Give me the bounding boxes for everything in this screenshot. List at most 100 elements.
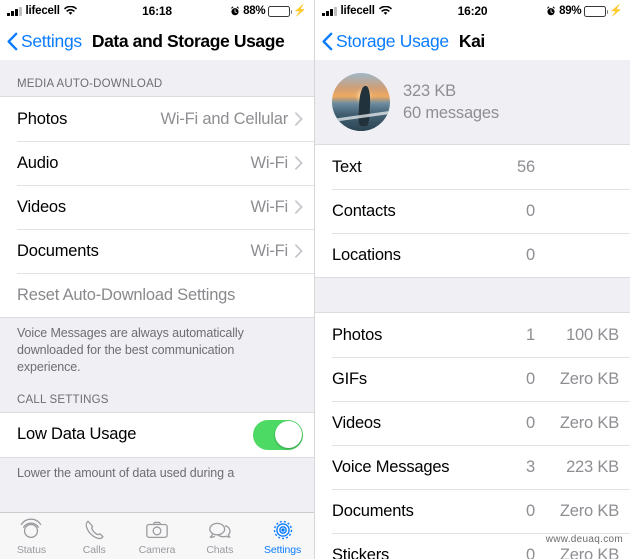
- storage-row-locations-count: 0: [526, 245, 535, 264]
- clock-time: 16:18: [142, 4, 172, 18]
- storage-row-documents-size: Zero KB: [559, 501, 619, 520]
- site-watermark: www.deuaq.com: [545, 534, 623, 545]
- page-title: Kai: [458, 30, 485, 51]
- storage-row-contacts-label: Contacts: [332, 201, 396, 220]
- storage-row-videos[interactable]: Videos 0 Zero KB: [315, 401, 630, 445]
- status-rings-icon: [19, 517, 43, 543]
- media-row-videos-value: Wi-Fi: [250, 197, 289, 216]
- storage-row-videos-count: 0: [526, 413, 535, 432]
- dual-screenshot-container: lifecell 16:18 88% ⚡ Settings Data and S…: [0, 0, 630, 559]
- profile-meta: 323 KB 60 messages: [403, 82, 499, 123]
- media-row-audio[interactable]: Audio Wi-Fi: [0, 141, 314, 185]
- media-row-audio-value: Wi-Fi: [250, 153, 289, 172]
- storage-row-videos-label: Videos: [332, 413, 381, 432]
- battery-icon: [584, 5, 609, 17]
- storage-row-gifs-label: GIFs: [332, 369, 367, 388]
- gear-icon: [271, 517, 295, 543]
- clock-time: 16:20: [457, 4, 488, 18]
- back-button-label: Storage Usage: [336, 30, 449, 51]
- storage-group-two: Photos 1 100 KB GIFs 0 Zero KB Videos 0 …: [315, 312, 630, 559]
- storage-row-contacts[interactable]: Contacts 0: [315, 189, 630, 233]
- right-content: 323 KB 60 messages Text 56 Contacts 0 Lo…: [315, 60, 630, 559]
- storage-row-videos-size: Zero KB: [559, 413, 619, 432]
- reset-auto-download-label: Reset Auto-Download Settings: [17, 285, 236, 304]
- low-data-usage-label: Low Data Usage: [17, 425, 137, 444]
- camera-icon: [145, 517, 169, 543]
- page-title: Data and Storage Usage: [91, 30, 285, 51]
- total-size-label: 323 KB: [403, 81, 456, 100]
- storage-row-gifs-count: 0: [526, 369, 535, 388]
- storage-row-text[interactable]: Text 56: [315, 145, 630, 189]
- right-nav-bar: Storage Usage Kai: [315, 22, 630, 60]
- chevron-right-icon: [295, 156, 303, 170]
- reset-auto-download-button[interactable]: Reset Auto-Download Settings: [0, 273, 314, 317]
- group-separator: [315, 278, 630, 312]
- chevron-left-icon: [7, 32, 18, 51]
- left-nav-bar: Settings Data and Storage Usage: [0, 22, 314, 60]
- call-section-footnote: Lower the amount of data used during a: [17, 465, 235, 480]
- media-row-documents-value: Wi-Fi: [250, 241, 289, 260]
- back-button[interactable]: Settings: [7, 31, 82, 52]
- tab-chats[interactable]: Chats: [188, 517, 251, 556]
- chevron-right-icon: [295, 244, 303, 258]
- media-row-audio-label: Audio: [17, 153, 59, 172]
- media-row-photos[interactable]: Photos Wi-Fi and Cellular: [0, 97, 314, 141]
- storage-row-photos[interactable]: Photos 1 100 KB: [315, 313, 630, 357]
- storage-row-photos-label: Photos: [332, 325, 383, 344]
- tab-status[interactable]: Status: [0, 517, 63, 556]
- storage-row-photos-count: 1: [526, 325, 535, 344]
- media-row-photos-label: Photos: [17, 109, 68, 128]
- tab-status-label: Status: [16, 543, 46, 556]
- right-status-bar: lifecell 16:20 89% ⚡: [315, 0, 630, 22]
- chevron-left-icon: [322, 32, 333, 51]
- back-button[interactable]: Storage Usage: [322, 31, 449, 52]
- storage-row-text-count: 56: [517, 157, 535, 176]
- left-content: MEDIA AUTO-DOWNLOAD Photos Wi-Fi and Cel…: [0, 60, 314, 559]
- left-status-bar: lifecell 16:18 88% ⚡: [0, 0, 314, 22]
- right-phone-screen: lifecell 16:20 89% ⚡ Storage Usage Kai 3…: [315, 0, 630, 559]
- tab-calls[interactable]: Calls: [63, 517, 126, 556]
- tab-camera[interactable]: Camera: [126, 517, 189, 556]
- media-row-documents-label: Documents: [17, 241, 99, 260]
- storage-row-stickers-size: Zero KB: [559, 545, 619, 559]
- storage-group-one: Text 56 Contacts 0 Locations 0: [315, 145, 630, 278]
- low-data-usage-row[interactable]: Low Data Usage: [0, 412, 314, 457]
- storage-row-documents-label: Documents: [332, 501, 414, 520]
- storage-row-voice-messages-label: Voice Messages: [332, 457, 450, 476]
- battery-icon: [268, 5, 293, 17]
- tab-bar: Status Calls Camera Chats Settings: [0, 512, 314, 559]
- call-section-header: CALL SETTINGS: [17, 393, 109, 406]
- toggle-knob: [274, 421, 302, 449]
- storage-row-documents-count: 0: [526, 501, 535, 520]
- media-row-videos[interactable]: Videos Wi-Fi: [0, 185, 314, 229]
- media-section-header: MEDIA AUTO-DOWNLOAD: [17, 78, 163, 90]
- chevron-right-icon: [295, 200, 303, 214]
- tab-camera-label: Camera: [138, 543, 176, 556]
- storage-row-text-label: Text: [332, 157, 362, 176]
- message-count-label: 60 messages: [403, 103, 499, 122]
- chat-bubbles-icon: [208, 517, 232, 543]
- media-row-documents[interactable]: Documents Wi-Fi: [0, 229, 314, 273]
- storage-row-voice-messages-size: 223 KB: [566, 457, 619, 476]
- storage-row-locations[interactable]: Locations 0: [315, 233, 630, 277]
- storage-row-locations-label: Locations: [332, 245, 401, 264]
- storage-row-photos-size: 100 KB: [566, 325, 619, 344]
- contact-avatar-photo[interactable]: [332, 73, 390, 131]
- storage-row-gifs[interactable]: GIFs 0 Zero KB: [315, 357, 630, 401]
- storage-row-voice-messages[interactable]: Voice Messages 3 223 KB: [315, 445, 630, 489]
- media-auto-download-group: Photos Wi-Fi and Cellular Audio Wi-Fi Vi…: [0, 96, 314, 318]
- storage-row-stickers-label: Stickers: [332, 545, 390, 559]
- call-settings-group: Low Data Usage: [0, 411, 314, 458]
- left-phone-screen: lifecell 16:18 88% ⚡ Settings Data and S…: [0, 0, 315, 559]
- storage-row-documents[interactable]: Documents 0 Zero KB: [315, 489, 630, 533]
- tab-settings-label: Settings: [264, 543, 302, 556]
- tab-chats-label: Chats: [206, 543, 234, 556]
- media-row-videos-label: Videos: [17, 197, 66, 216]
- storage-row-contacts-count: 0: [526, 201, 535, 220]
- tab-settings[interactable]: Settings: [251, 517, 314, 556]
- contact-profile-header: 323 KB 60 messages: [315, 60, 630, 145]
- low-data-usage-toggle[interactable]: [253, 419, 303, 450]
- media-row-photos-value: Wi-Fi and Cellular: [160, 109, 288, 128]
- tab-calls-label: Calls: [82, 543, 106, 556]
- media-section-footnote: Voice Messages are always automatically …: [17, 326, 244, 374]
